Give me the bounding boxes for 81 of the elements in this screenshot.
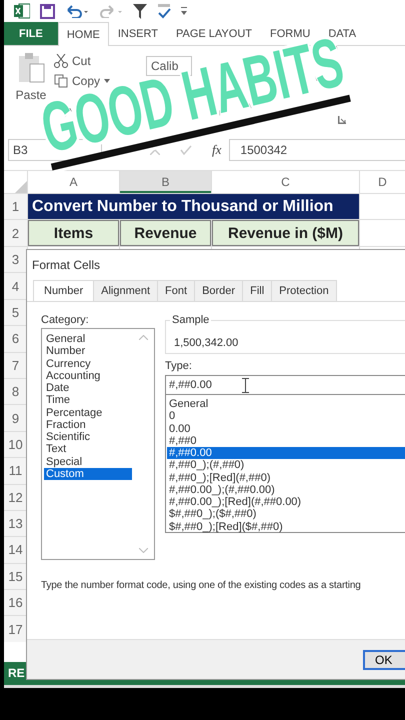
category-item[interactable]: General: [44, 333, 132, 346]
category-list[interactable]: General Number Currency Accounting Date Time Percentage Fraction Scientific Text Special Custom: [41, 328, 155, 560]
format-item[interactable]: $#,##0_);[Red]($#,##0): [167, 520, 405, 533]
format-item[interactable]: #,##0.00_);(#,##0.00): [167, 484, 405, 496]
category-item[interactable]: Scientific: [44, 431, 132, 444]
category-item[interactable]: Special: [44, 456, 132, 468]
format-item[interactable]: #,##0_);[Red](#,##0): [167, 472, 405, 484]
row-header[interactable]: 3: [4, 247, 27, 272]
check-icon[interactable]: [180, 145, 192, 155]
row-header[interactable]: 16: [4, 590, 27, 616]
header-cell: Revenue: [120, 220, 211, 246]
format-item[interactable]: $#,##0_);($#,##0): [167, 508, 405, 520]
column-header[interactable]: B: [120, 171, 211, 193]
category-item[interactable]: Accounting: [44, 370, 132, 382]
format-item[interactable]: #,##0.00: [167, 447, 405, 460]
row-header[interactable]: 1: [4, 194, 27, 219]
format-item[interactable]: #,##0_);(#,##0): [167, 459, 405, 472]
row-header[interactable]: 13: [4, 510, 27, 536]
category-item[interactable]: Custom: [44, 468, 132, 480]
row-header[interactable]: 8: [4, 378, 27, 404]
category-item[interactable]: Fraction: [44, 418, 132, 431]
description-text: Type the number format code, using one of the existing codes as a starting: [41, 580, 362, 591]
insert-function-button[interactable]: fx: [212, 142, 222, 158]
save-icon[interactable]: [40, 4, 55, 18]
category-item[interactable]: Date: [44, 382, 132, 394]
category-item[interactable]: Percentage: [44, 406, 132, 419]
row-header[interactable]: 15: [4, 564, 27, 590]
dialog-tab[interactable]: Font: [157, 280, 196, 301]
caret-icon[interactable]: [104, 79, 110, 83]
paste-icon[interactable]: [17, 52, 45, 84]
category-item[interactable]: Number: [44, 345, 132, 358]
format-item[interactable]: 0.00: [167, 422, 405, 435]
row-header[interactable]: 7: [4, 352, 27, 378]
row-header[interactable]: 2: [4, 220, 27, 246]
category-item[interactable]: Text: [44, 443, 132, 456]
format-item[interactable]: 0: [167, 410, 405, 422]
spell-check-icon[interactable]: [157, 3, 171, 19]
column-header[interactable]: C: [212, 171, 359, 193]
excel-logo-icon: [14, 3, 30, 19]
row-header[interactable]: 14: [4, 537, 27, 563]
row-header[interactable]: 17: [4, 616, 27, 642]
undo-icon[interactable]: [65, 4, 89, 18]
column-header[interactable]: A: [28, 171, 119, 193]
sample-value: 1,500,342.00: [174, 337, 238, 349]
category-item[interactable]: Time: [44, 394, 132, 406]
row-header[interactable]: 4: [4, 273, 27, 299]
filter-icon[interactable]: [133, 4, 147, 18]
dialog-tab[interactable]: Fill: [242, 280, 272, 301]
ribbon-tab[interactable]: FILE: [4, 22, 58, 45]
type-field[interactable]: #,##0.00: [165, 375, 405, 395]
dialog-tab[interactable]: Protection: [271, 280, 337, 301]
category-label: Category:: [41, 314, 90, 326]
format-list[interactable]: General 0 0.00 #,##0 #,##0.00 #,##0_);(#,##0) #,##0_);[Red](#,##0) #,##0.00_);(#,##0.00) #,##0.00_);[Red](#,##0.00) $#,##0_);($#,##0) $#,##0_);[Red]($#,##0): [165, 395, 405, 533]
dialog-tab[interactable]: Alignment: [93, 280, 158, 301]
format-item[interactable]: General: [167, 398, 405, 410]
ribbon-tab[interactable]: HOME: [58, 22, 109, 46]
format-item[interactable]: #,##0.00_);[Red](#,##0.00): [167, 496, 405, 508]
dialog-tab[interactable]: Number: [33, 280, 94, 301]
type-label: Type:: [165, 360, 193, 372]
row-header[interactable]: 6: [4, 326, 27, 352]
column-header[interactable]: D: [360, 171, 405, 193]
sample-label: Sample: [170, 314, 212, 326]
row-header[interactable]: 11: [4, 458, 27, 484]
dialog-title: Format Cells: [31, 257, 102, 274]
header-cell: Items: [28, 220, 119, 246]
row-header[interactable]: 5: [4, 300, 27, 326]
ok-button[interactable]: OK: [363, 650, 405, 670]
format-item[interactable]: #,##0: [167, 434, 405, 447]
scissors-icon[interactable]: [54, 54, 68, 68]
status-text: RE: [7, 666, 25, 680]
customize-caret-icon[interactable]: [181, 7, 187, 15]
formula-field[interactable]: 1500342: [229, 139, 405, 161]
row-header[interactable]: 10: [4, 432, 27, 458]
row-header[interactable]: 9: [4, 405, 27, 431]
header-cell: Revenue in ($M): [212, 220, 359, 246]
row-header[interactable]: 12: [4, 484, 27, 510]
title-cell: Convert Number to Thousand or Million: [28, 194, 359, 219]
category-item[interactable]: Currency: [44, 358, 132, 370]
dialog-tab[interactable]: Border: [194, 280, 244, 301]
text-cursor-icon: [242, 378, 249, 392]
cut-label[interactable]: Cut: [72, 54, 91, 68]
